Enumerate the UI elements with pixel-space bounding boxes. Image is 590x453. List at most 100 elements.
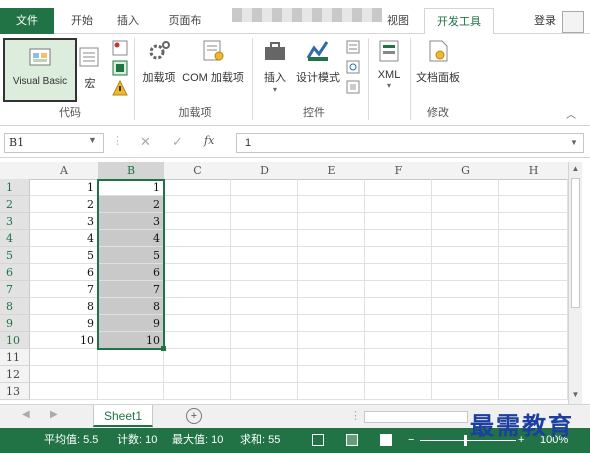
tab-home[interactable]: 开始 [62, 8, 102, 34]
column-header-a[interactable]: A [30, 162, 99, 180]
expand-formula-icon[interactable]: ▼ [570, 138, 578, 147]
grid-cell[interactable] [298, 366, 365, 383]
grid-cell[interactable] [499, 247, 568, 264]
grid-cell[interactable] [365, 366, 432, 383]
tab-view[interactable]: 视图 [378, 8, 418, 34]
grid-cell[interactable] [231, 247, 298, 264]
grid-cell[interactable]: 5 [30, 247, 98, 264]
document-panel-button[interactable]: 文档面板 [414, 38, 462, 85]
grid-cell[interactable] [432, 179, 499, 196]
grid-cell[interactable]: 6 [98, 264, 164, 281]
fill-handle[interactable] [161, 346, 166, 351]
grid-cell[interactable] [499, 366, 568, 383]
design-mode-button[interactable]: 设计模式 [294, 38, 342, 85]
grid-cell[interactable] [231, 349, 298, 366]
grid-cell[interactable] [231, 383, 298, 400]
grid-cell[interactable] [365, 196, 432, 213]
addins-button[interactable]: 加载项 [140, 38, 178, 85]
macro-security-icon[interactable] [112, 80, 128, 96]
grid-cell[interactable] [432, 315, 499, 332]
grid-cell[interactable] [432, 230, 499, 247]
grid-cell[interactable] [365, 281, 432, 298]
grid-cell[interactable] [432, 281, 499, 298]
properties-icon[interactable] [346, 40, 360, 54]
grid-cell[interactable] [432, 366, 499, 383]
grid-cell[interactable] [231, 332, 298, 349]
grid-cell[interactable] [164, 315, 231, 332]
row-header[interactable]: 8 [0, 298, 30, 315]
grid-cell[interactable]: 1 [30, 179, 98, 196]
row-header[interactable]: 6 [0, 264, 30, 281]
enter-icon[interactable]: ✓ [172, 134, 183, 150]
row-header[interactable]: 7 [0, 281, 30, 298]
grid-cell[interactable]: 10 [30, 332, 98, 349]
grid-cell[interactable] [499, 196, 568, 213]
grid-cell[interactable] [164, 366, 231, 383]
grid-cell[interactable] [30, 383, 98, 400]
tab-page-layout[interactable]: 页面布 [160, 8, 210, 34]
grid-cell[interactable] [231, 196, 298, 213]
grid-cell[interactable]: 10 [98, 332, 164, 349]
grid-cell[interactable] [499, 298, 568, 315]
add-sheet-icon[interactable]: + [186, 408, 202, 424]
grid-cell[interactable]: 1 [98, 179, 164, 196]
grid-cell[interactable] [298, 264, 365, 281]
grid-cell[interactable] [164, 332, 231, 349]
grid-cell[interactable] [231, 366, 298, 383]
grid-cell[interactable]: 4 [30, 230, 98, 247]
grid-cell[interactable] [432, 298, 499, 315]
zoom-out-icon[interactable]: − [408, 428, 414, 453]
grid-cell[interactable] [365, 179, 432, 196]
grid-cell[interactable]: 8 [30, 298, 98, 315]
grid-cell[interactable]: 7 [98, 281, 164, 298]
grid-cell[interactable] [231, 315, 298, 332]
grid-cell[interactable] [164, 349, 231, 366]
relative-reference-icon[interactable] [112, 60, 128, 76]
column-header-e[interactable]: E [298, 162, 366, 180]
grid-cell[interactable] [30, 366, 98, 383]
row-header[interactable]: 12 [0, 366, 30, 383]
grid-cell[interactable] [30, 349, 98, 366]
grid-cell[interactable] [298, 298, 365, 315]
grid-cell[interactable] [298, 179, 365, 196]
grid-cell[interactable] [365, 315, 432, 332]
grid-cell[interactable]: 5 [98, 247, 164, 264]
tab-file[interactable]: 文件 [0, 8, 54, 34]
grid-cell[interactable] [231, 281, 298, 298]
run-dialog-icon[interactable] [346, 80, 360, 94]
grid-cell[interactable] [164, 230, 231, 247]
insert-control-button[interactable]: 插入 ▾ [258, 38, 292, 94]
grid-cell[interactable] [98, 383, 164, 400]
grid-cell[interactable] [298, 230, 365, 247]
formula-input[interactable]: 1 [236, 133, 584, 153]
grid-cell[interactable] [499, 264, 568, 281]
grid-cell[interactable] [432, 196, 499, 213]
scroll-up-icon[interactable]: ▲ [570, 164, 581, 176]
grid-cell[interactable] [298, 247, 365, 264]
sheet-tab-sheet1[interactable]: Sheet1 [93, 405, 153, 427]
row-header[interactable]: 5 [0, 247, 30, 264]
grid-cell[interactable] [231, 298, 298, 315]
normal-view-icon[interactable] [312, 434, 324, 446]
grid-cell[interactable] [499, 230, 568, 247]
grid-cell[interactable] [499, 315, 568, 332]
grid-cell[interactable] [231, 213, 298, 230]
grid-cell[interactable] [432, 383, 499, 400]
grid-cell[interactable] [365, 247, 432, 264]
grid-cell[interactable] [298, 196, 365, 213]
grid-cell[interactable] [298, 383, 365, 400]
scroll-thumb[interactable] [571, 178, 580, 308]
grid-cell[interactable] [298, 315, 365, 332]
tab-insert[interactable]: 插入 [108, 8, 148, 34]
grid-cell[interactable] [432, 349, 499, 366]
cancel-icon[interactable]: ✕ [140, 134, 151, 150]
grid-cell[interactable] [231, 264, 298, 281]
grid-cell[interactable]: 9 [30, 315, 98, 332]
grid-cell[interactable] [164, 264, 231, 281]
grid-cell[interactable] [499, 179, 568, 196]
grid-cell[interactable] [231, 179, 298, 196]
zoom-slider-thumb[interactable] [464, 435, 467, 446]
chevron-down-icon[interactable]: ▼ [88, 135, 97, 145]
prev-sheet-icon[interactable]: ◀ [22, 409, 30, 420]
record-macro-icon[interactable] [112, 40, 128, 56]
